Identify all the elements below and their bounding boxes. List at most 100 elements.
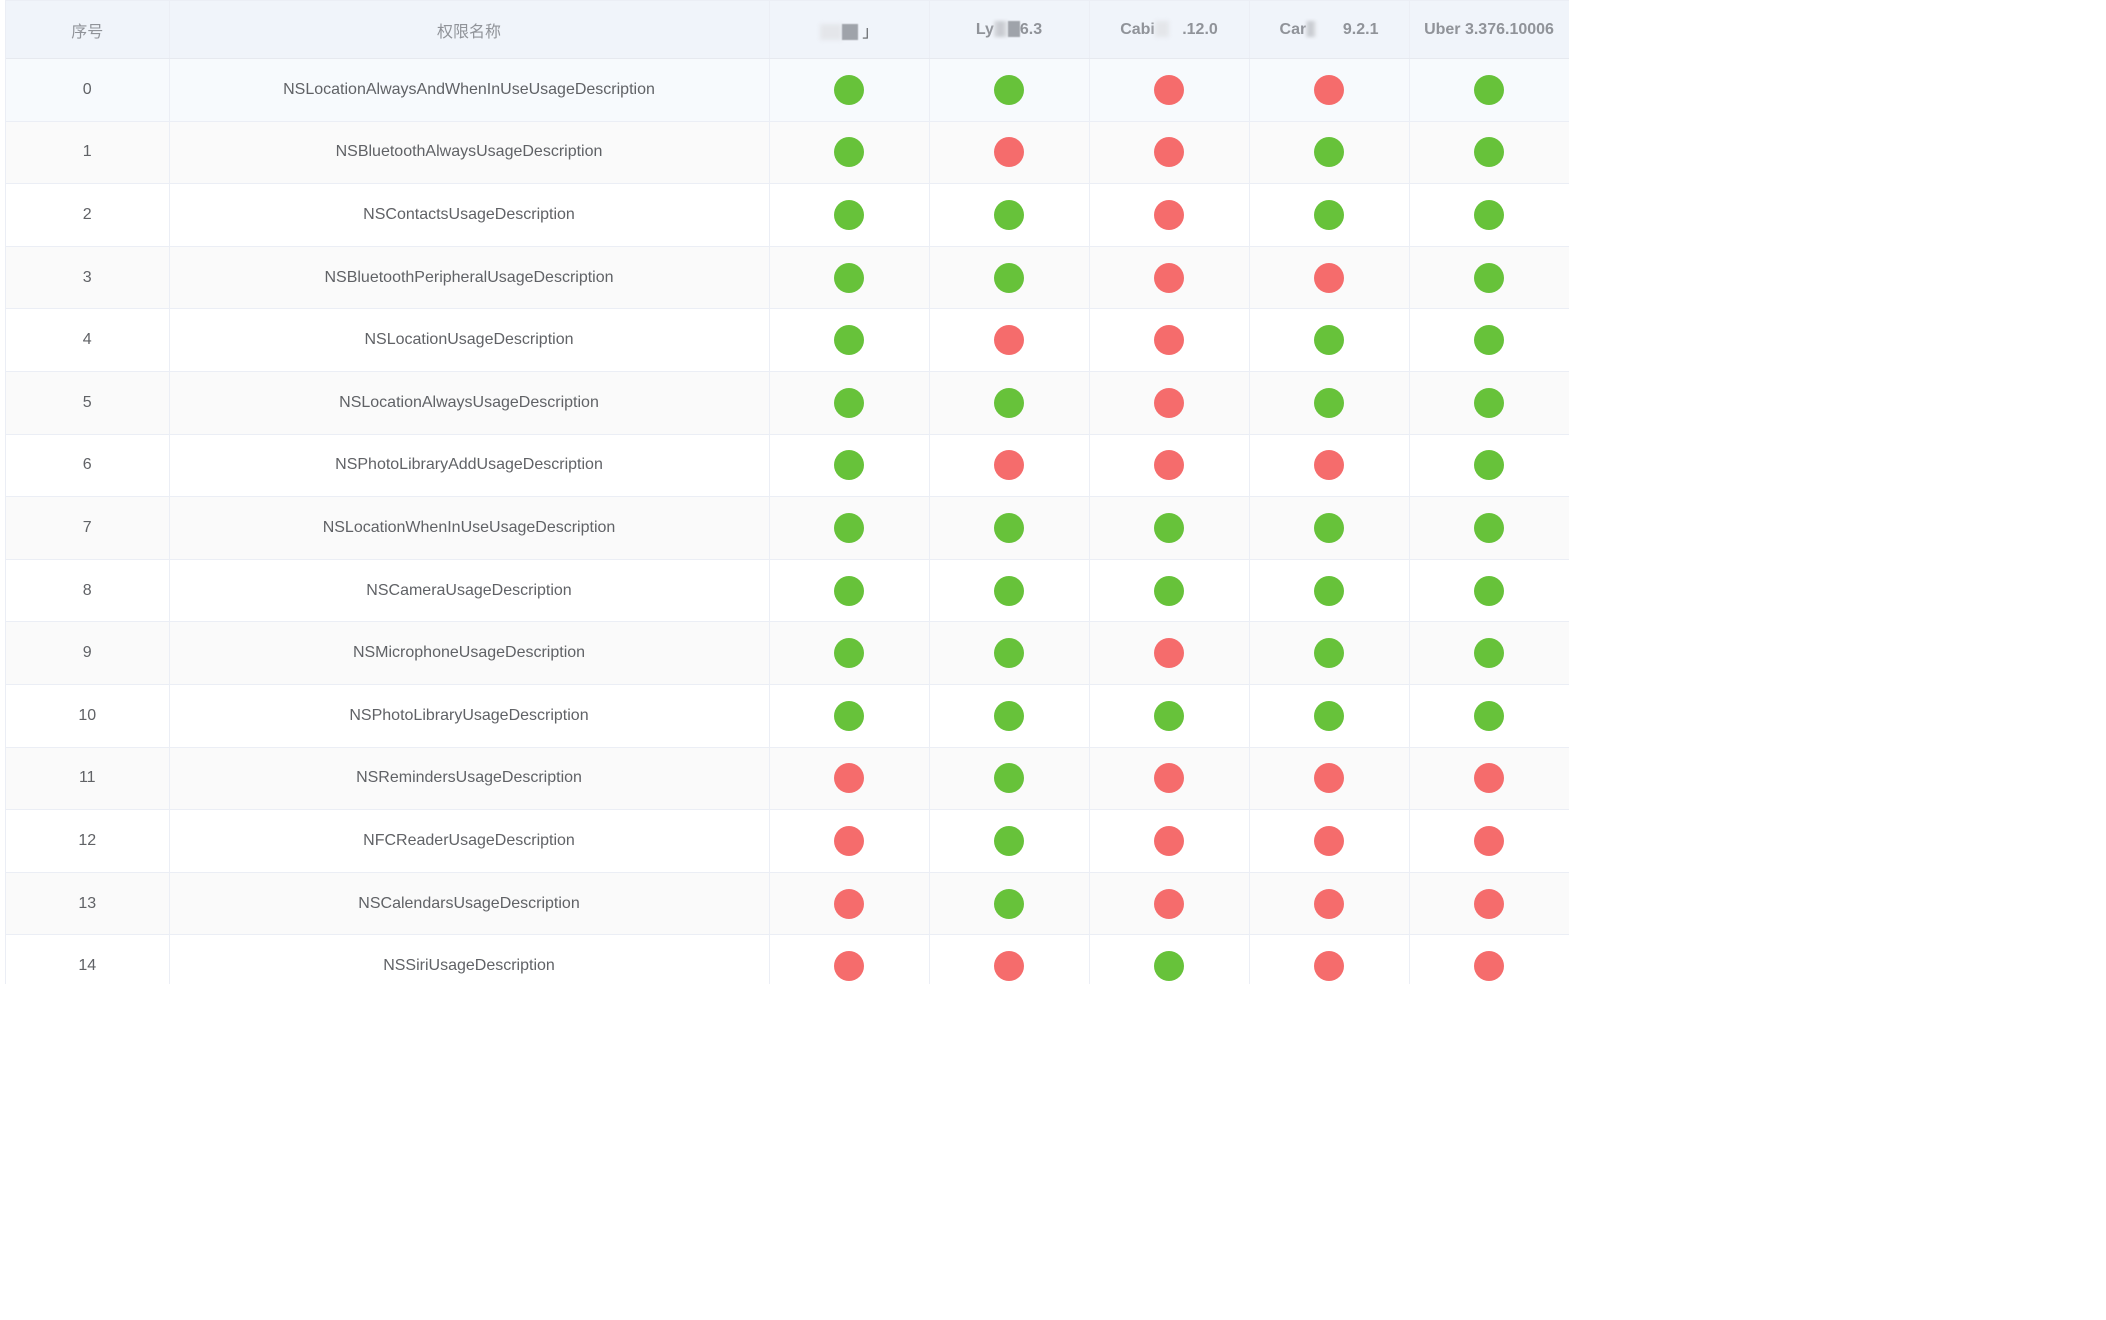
index-column-header[interactable]: 序号: [6, 1, 170, 59]
status-cell: [1409, 747, 1569, 811]
status-enabled-icon: [994, 575, 1024, 606]
status-cell: [769, 308, 930, 372]
row-index: 7: [6, 496, 170, 560]
status-cell: [1409, 934, 1569, 984]
status-disabled-icon: [1154, 888, 1184, 919]
status-cell: [1409, 246, 1569, 310]
status-cell: [1409, 183, 1569, 247]
status-cell: [1249, 371, 1410, 435]
row-index: 11: [6, 747, 170, 811]
status-disabled-icon: [1154, 450, 1184, 481]
app-version-label: .12.0: [1182, 20, 1218, 38]
status-enabled-icon: [834, 325, 864, 356]
status-enabled-icon: [1314, 387, 1344, 418]
row-index: 12: [6, 809, 170, 873]
status-disabled-icon: [994, 951, 1024, 982]
status-enabled-icon: [1474, 450, 1504, 481]
table-row[interactable]: 1 NSBluetoothAlwaysUsageDescription: [6, 121, 1569, 185]
status-cell: [1409, 121, 1569, 185]
status-enabled-icon: [1474, 325, 1504, 356]
table-row[interactable]: 4 NSLocationUsageDescription: [6, 308, 1569, 372]
status-cell: [1249, 496, 1410, 560]
permission-name: NSPhotoLibraryAddUsageDescription: [169, 434, 770, 498]
permission-name: NSSiriUsageDescription: [169, 934, 770, 984]
table-row[interactable]: 7 NSLocationWhenInUseUsageDescription: [6, 496, 1569, 560]
obscured-app-name: [993, 21, 1008, 38]
status-enabled-icon: [1154, 575, 1184, 606]
row-index: 4: [6, 308, 170, 372]
table-row[interactable]: 5 NSLocationAlwaysUsageDescription: [6, 371, 1569, 435]
status-cell: [1249, 183, 1410, 247]
status-disabled-icon: [834, 951, 864, 982]
status-enabled-icon: [1314, 638, 1344, 669]
table-body: 0 NSLocationAlwaysAndWhenInUseUsageDescri…: [6, 58, 1569, 984]
permission-name-column-header[interactable]: 权限名称: [169, 1, 770, 59]
table-row[interactable]: 0 NSLocationAlwaysAndWhenInUseUsageDescri…: [6, 58, 1569, 122]
status-cell: [1249, 934, 1410, 984]
status-cell: [1089, 58, 1250, 122]
table-row[interactable]: 9 NSMicrophoneUsageDescription: [6, 621, 1569, 685]
app-column-header-4[interactable]: Car 9.2.1: [1249, 1, 1410, 59]
status-enabled-icon: [834, 638, 864, 669]
status-cell: [1089, 621, 1250, 685]
permission-name: NSContactsUsageDescription: [169, 183, 770, 247]
status-cell: [769, 872, 930, 936]
status-cell: [1089, 434, 1250, 498]
status-cell: [1249, 872, 1410, 936]
status-disabled-icon: [834, 825, 864, 856]
table-row[interactable]: 13 NSCalendarsUsageDescription: [6, 872, 1569, 936]
status-enabled-icon: [834, 512, 864, 543]
table-row[interactable]: 3 NSBluetoothPeripheralUsageDescription: [6, 246, 1569, 310]
table-row[interactable]: 10 NSPhotoLibraryUsageDescription: [6, 684, 1569, 748]
status-cell: [1249, 58, 1410, 122]
status-disabled-icon: [1314, 450, 1344, 481]
obscured-app-name: [1007, 21, 1020, 38]
status-enabled-icon: [1474, 512, 1504, 543]
table-row[interactable]: 11 NSRemindersUsageDescription: [6, 747, 1569, 811]
status-enabled-icon: [1154, 951, 1184, 982]
status-enabled-icon: [834, 137, 864, 168]
app-version-label: 6.3: [1019, 20, 1043, 38]
row-index: 1: [6, 121, 170, 185]
status-disabled-icon: [1154, 74, 1184, 105]
status-disabled-icon: [1154, 199, 1184, 230]
table-row[interactable]: 14 NSSiriUsageDescription: [6, 934, 1569, 984]
row-index: 9: [6, 621, 170, 685]
app-name-prefix: Ly: [975, 20, 994, 38]
status-enabled-icon: [834, 199, 864, 230]
status-cell: [929, 308, 1090, 372]
app-name-label: Uber 3.376.10006: [1424, 20, 1554, 38]
status-cell: [1249, 621, 1410, 685]
status-cell: [1089, 747, 1250, 811]
obscured-app-name: [1154, 21, 1169, 38]
table-row[interactable]: 6 NSPhotoLibraryAddUsageDescription: [6, 434, 1569, 498]
status-enabled-icon: [994, 262, 1024, 293]
status-disabled-icon: [994, 325, 1024, 356]
status-disabled-icon: [1314, 763, 1344, 794]
status-enabled-icon: [994, 763, 1024, 794]
row-index: 10: [6, 684, 170, 748]
app-column-header-5[interactable]: Uber 3.376.10006: [1409, 1, 1569, 59]
status-cell: [929, 559, 1090, 623]
table-row[interactable]: 12 NFCReaderUsageDescription: [6, 809, 1569, 873]
status-cell: [929, 747, 1090, 811]
status-cell: [1089, 246, 1250, 310]
table-row[interactable]: 2 NSContactsUsageDescription: [6, 183, 1569, 247]
status-disabled-icon: [834, 763, 864, 794]
permission-name: NSLocationAlwaysAndWhenInUseUsageDescrip…: [169, 58, 770, 122]
status-cell: [1249, 121, 1410, 185]
status-cell: [1409, 496, 1569, 560]
status-cell: [769, 747, 930, 811]
permission-name: NSCameraUsageDescription: [169, 559, 770, 623]
table-row[interactable]: 8 NSCameraUsageDescription: [6, 559, 1569, 623]
status-cell: [1249, 747, 1410, 811]
app-column-header-2[interactable]: Ly 6.3: [929, 1, 1090, 59]
status-enabled-icon: [834, 262, 864, 293]
app-column-header-1[interactable]: 」: [769, 1, 930, 59]
status-cell: [1249, 308, 1410, 372]
status-disabled-icon: [834, 888, 864, 919]
status-disabled-icon: [1474, 825, 1504, 856]
permission-name: NSLocationUsageDescription: [169, 308, 770, 372]
app-column-header-3[interactable]: Cabi .12.0: [1089, 1, 1250, 59]
app-version-label: 9.2.1: [1342, 20, 1379, 38]
